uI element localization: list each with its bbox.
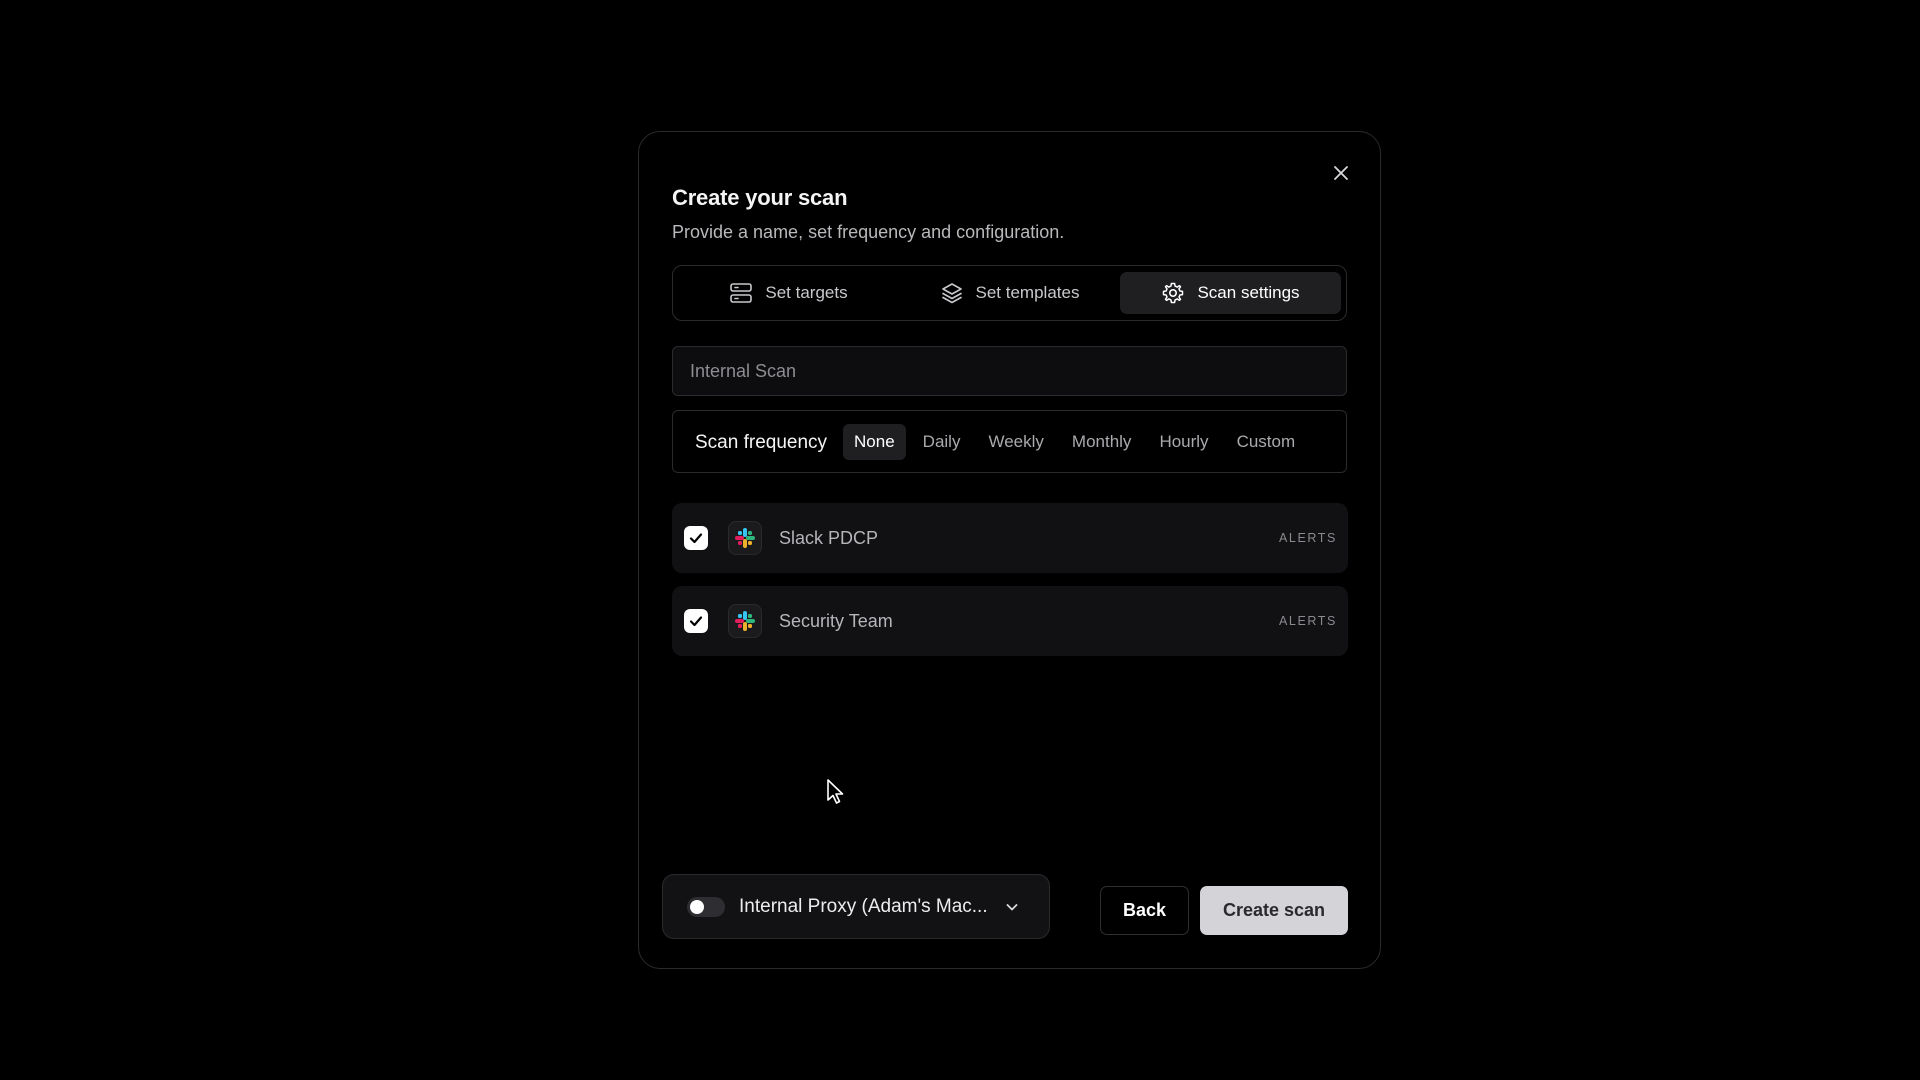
frequency-option-none[interactable]: None [843,423,906,460]
tab-set-targets[interactable]: Set targets [678,272,899,314]
integration-name: Slack PDCP [779,527,879,548]
alerts-badge: ALERTS [1278,531,1337,545]
tab-scan-settings[interactable]: Scan settings [1120,272,1341,314]
modal-title: Create your scan [672,185,848,210]
integration-row-security-team[interactable]: Security Team ALERTS [672,586,1348,656]
frequency-option-weekly[interactable]: Weekly [977,424,1054,460]
alerts-badge: ALERTS [1278,614,1337,628]
checkmark-icon [689,616,703,627]
toggle-knob [690,899,704,914]
proxy-label: Internal Proxy (Adam's Mac... [739,895,988,917]
scan-frequency-label: Scan frequency [695,431,828,453]
frequency-option-daily[interactable]: Daily [912,424,972,460]
close-icon [1334,166,1348,180]
server-icon [730,283,753,303]
integration-row-slack-pdcp[interactable]: Slack PDCP ALERTS [672,503,1348,573]
proxy-toggle[interactable] [687,896,725,917]
layers-icon [941,283,962,304]
slack-icon [728,604,762,638]
scan-name-input[interactable] [672,346,1347,396]
modal-subtitle: Provide a name, set frequency and config… [672,222,1065,242]
create-scan-modal: Create your scan Provide a name, set fre… [638,131,1381,969]
integration-name: Security Team [779,610,893,631]
mouse-cursor-icon [826,778,846,811]
checkmark-icon [689,533,703,544]
frequency-option-monthly[interactable]: Monthly [1061,424,1143,460]
step-tabs: Set targets Set templates Scan settings [672,265,1347,321]
integration-checkbox[interactable] [684,609,708,633]
frequency-option-hourly[interactable]: Hourly [1148,424,1219,460]
create-scan-button[interactable]: Create scan [1200,886,1348,935]
integration-checkbox[interactable] [684,526,708,550]
frequency-option-custom[interactable]: Custom [1226,424,1307,460]
tab-set-templates-label: Set templates [975,283,1080,302]
scan-frequency-group: Scan frequency None Daily Weekly Monthly… [672,410,1347,473]
proxy-select[interactable]: Internal Proxy (Adam's Mac... [662,874,1050,939]
tab-scan-settings-label: Scan settings [1197,283,1300,302]
back-button[interactable]: Back [1100,886,1189,935]
gear-icon [1163,282,1184,304]
tab-set-targets-label: Set targets [765,283,848,302]
chevron-down-icon [1004,899,1020,915]
close-button[interactable] [1326,158,1356,188]
tab-set-templates[interactable]: Set templates [899,272,1120,314]
slack-icon [728,521,762,555]
